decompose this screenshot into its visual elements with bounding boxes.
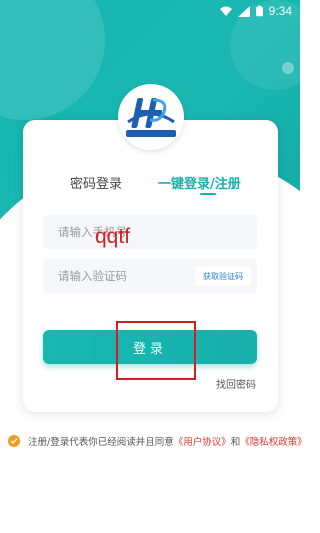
agreement-text: 注册/登录代表你已经阅读并且同意: [28, 437, 174, 448]
status-bar: 9:34: [0, 0, 300, 22]
privacy-policy-link[interactable]: 《隐私权政策》: [240, 434, 307, 448]
get-code-button[interactable]: 获取验证码: [195, 266, 251, 286]
tab-quick-login[interactable]: 一键登录/注册: [158, 173, 241, 192]
phone-input[interactable]: 请输入手机号: [43, 215, 257, 249]
battery-icon: [255, 5, 263, 17]
code-placeholder: 请输入验证码: [58, 269, 127, 283]
signal-icon: [237, 5, 250, 17]
user-agreement-link[interactable]: 《用户协议》: [174, 434, 231, 448]
forgot-password-link[interactable]: 找回密码: [216, 376, 256, 391]
app-logo: [118, 84, 184, 150]
agreement-and: 和: [230, 437, 241, 448]
login-button[interactable]: 登录: [43, 330, 257, 364]
tab-password-login[interactable]: 密码登录: [70, 173, 122, 192]
logo-icon: [122, 88, 180, 146]
login-card: 密码登录 一键登录/注册 请输入手机号 请输入验证码 获取验证码 登录 找回密码: [23, 120, 278, 412]
code-input[interactable]: 请输入验证码 获取验证码: [43, 259, 257, 293]
active-tab-indicator: [200, 193, 216, 195]
agreement-row: 注册/登录代表你已经阅读并且同意 《用户协议》 和 《隐私权政策》: [8, 434, 307, 448]
wifi-icon: [219, 6, 232, 16]
annotation-text: qqtf: [95, 225, 131, 248]
status-time: 9:34: [268, 4, 292, 18]
decor-dot: [282, 62, 294, 74]
checkbox-icon[interactable]: [8, 435, 20, 447]
